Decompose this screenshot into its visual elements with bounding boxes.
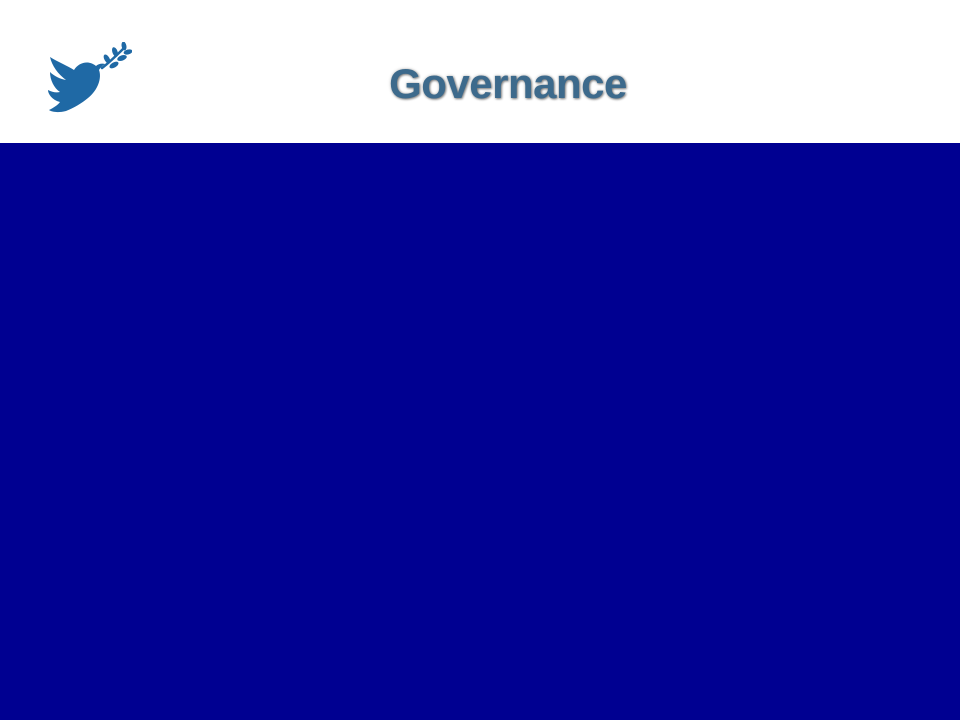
slide: Governance <box>0 0 960 720</box>
content-panel <box>0 143 960 720</box>
slide-header: Governance <box>0 0 960 143</box>
slide-title: Governance <box>389 60 627 107</box>
